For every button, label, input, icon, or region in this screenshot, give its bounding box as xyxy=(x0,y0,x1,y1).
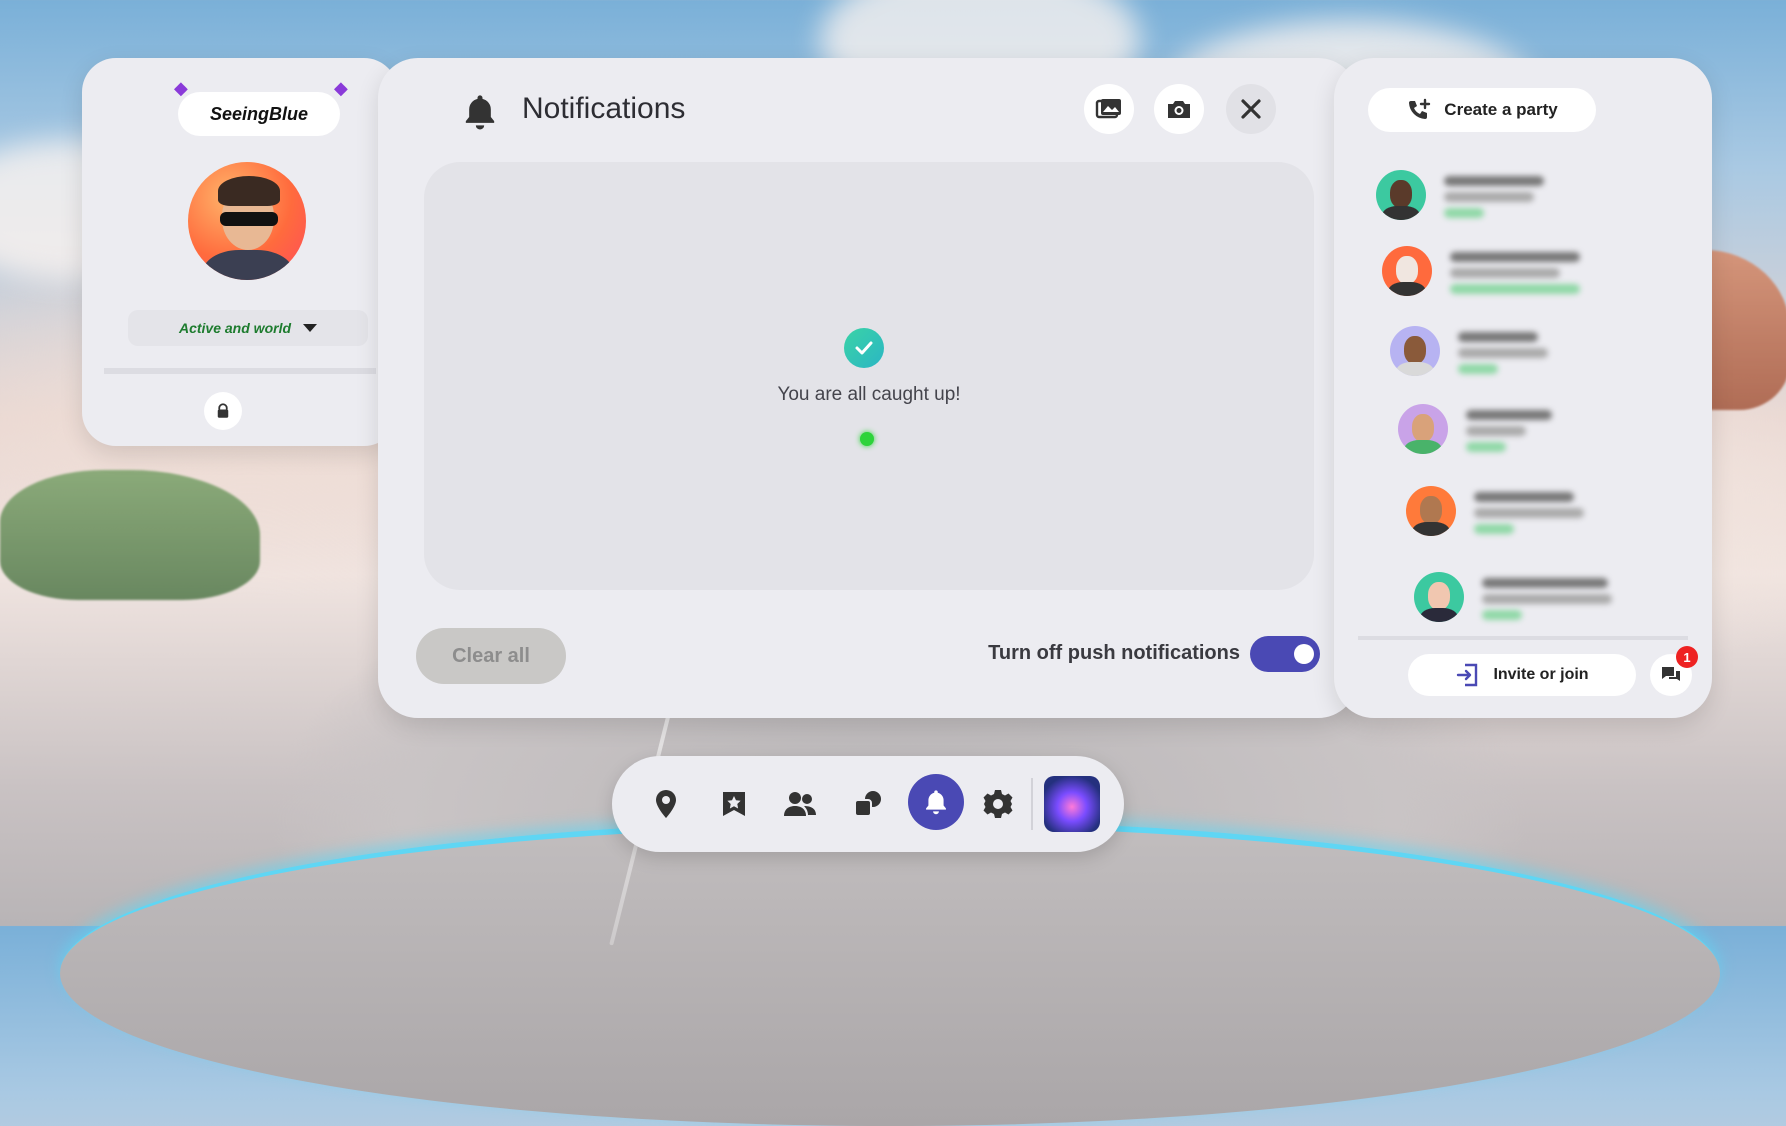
page-title: Notifications xyxy=(522,92,686,125)
gem-icon: ◆ xyxy=(334,78,348,98)
invite-label: Invite or join xyxy=(1493,666,1589,683)
toggle-knob xyxy=(1294,644,1314,664)
avatar xyxy=(1414,572,1464,622)
phone-add-icon xyxy=(1409,98,1431,119)
push-notifications-toggle[interactable] xyxy=(1250,636,1320,672)
floor-platform xyxy=(60,820,1720,1126)
status-label: Active and world xyxy=(178,320,292,336)
saved-button[interactable] xyxy=(710,780,758,828)
friend-item[interactable] xyxy=(1390,326,1690,386)
divider xyxy=(1031,778,1033,830)
location-button[interactable] xyxy=(642,780,690,828)
party-panel: Create a party Invite or join 1 xyxy=(1334,58,1712,718)
settings-button[interactable] xyxy=(974,780,1022,828)
close-button[interactable] xyxy=(1226,84,1276,134)
create-party-button[interactable]: Create a party xyxy=(1368,88,1596,132)
friend-item[interactable] xyxy=(1376,170,1676,230)
gear-icon xyxy=(983,790,1013,818)
friend-item[interactable] xyxy=(1398,404,1698,464)
shapes-icon xyxy=(854,791,881,817)
gallery-button[interactable] xyxy=(1084,84,1134,134)
avatar xyxy=(1390,326,1440,376)
controller-pointer xyxy=(860,432,874,446)
chat-button[interactable]: 1 xyxy=(1650,646,1698,696)
photo-gallery-icon xyxy=(1095,99,1121,119)
empty-state-message: You are all caught up! xyxy=(777,384,961,405)
star-bookmark-icon xyxy=(723,792,745,816)
app-thumbnail[interactable] xyxy=(1044,776,1100,832)
shapes-button[interactable] xyxy=(844,780,892,828)
username[interactable]: SeeingBlue xyxy=(178,92,340,136)
bell-icon xyxy=(926,790,946,815)
location-icon xyxy=(656,790,676,818)
enter-icon xyxy=(1457,663,1478,687)
bottom-dock xyxy=(612,756,1124,852)
push-toggle-label: Turn off push notifications xyxy=(988,642,1240,664)
notification-badge: 1 xyxy=(1676,646,1698,668)
people-button[interactable] xyxy=(776,780,824,828)
avatar[interactable] xyxy=(188,162,306,280)
checkmark-icon xyxy=(844,328,884,368)
friend-item[interactable] xyxy=(1382,246,1682,306)
avatar xyxy=(1382,246,1432,296)
invite-or-join-button[interactable]: Invite or join xyxy=(1408,654,1636,696)
notifications-list: You are all caught up! xyxy=(424,162,1314,590)
floating-island xyxy=(0,470,260,600)
avatar xyxy=(1398,404,1448,454)
close-icon xyxy=(1241,99,1261,119)
notifications-tab[interactable] xyxy=(908,774,964,830)
friend-item[interactable] xyxy=(1414,572,1714,632)
bell-icon xyxy=(465,95,495,130)
camera-icon xyxy=(1168,101,1190,118)
lock-button[interactable] xyxy=(204,392,242,430)
status-dropdown[interactable]: Active and world xyxy=(128,310,368,346)
divider xyxy=(104,368,376,374)
notifications-panel: Notifications You are all caught up! Cle… xyxy=(378,58,1358,718)
create-party-label: Create a party xyxy=(1444,100,1558,119)
avatar xyxy=(1406,486,1456,536)
divider xyxy=(1358,636,1688,640)
lock-icon xyxy=(217,403,229,418)
profile-panel: ◆ ◆ SeeingBlue Active and world xyxy=(82,58,398,446)
chat-icon xyxy=(1662,667,1680,681)
clear-all-button[interactable]: Clear all xyxy=(416,628,566,684)
camera-button[interactable] xyxy=(1154,84,1204,134)
avatar xyxy=(1376,170,1426,220)
friend-item[interactable] xyxy=(1406,486,1706,546)
chevron-down-icon xyxy=(303,324,318,332)
people-icon xyxy=(784,792,816,816)
